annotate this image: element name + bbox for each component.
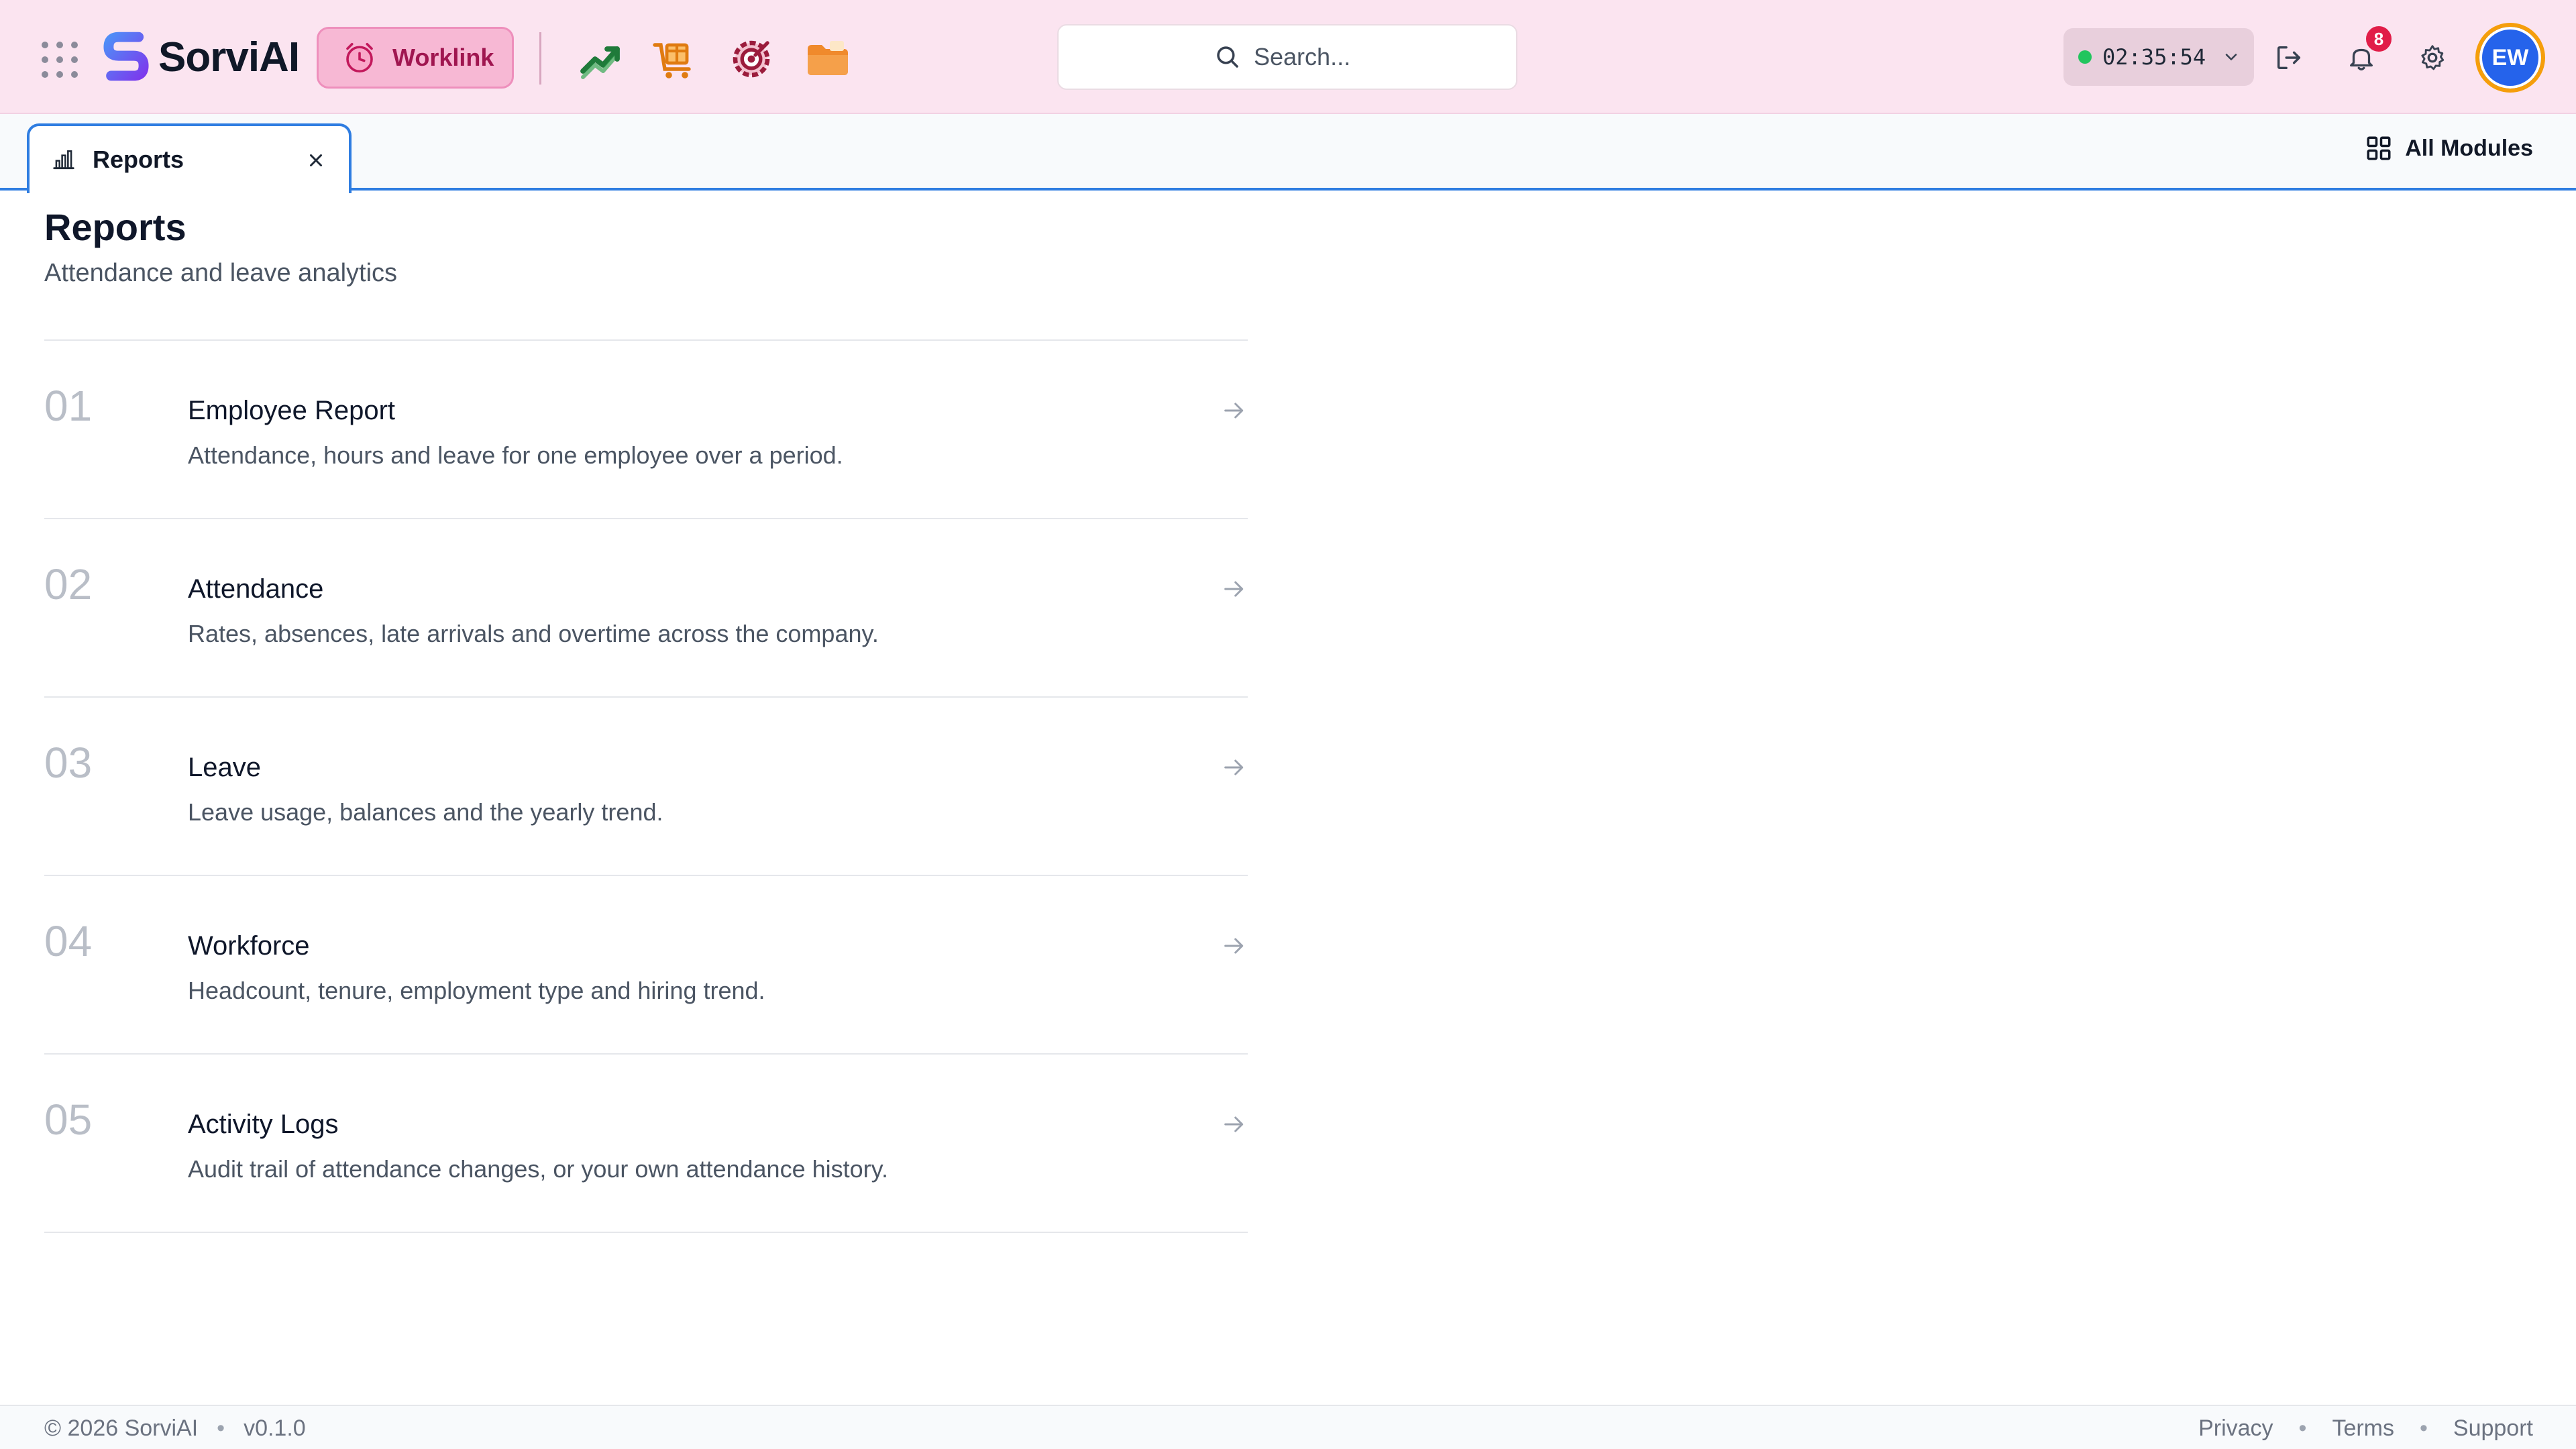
report-description: Leave usage, balances and the yearly tre… <box>188 798 663 826</box>
report-title: Leave <box>188 753 261 782</box>
report-number: 01 <box>44 382 93 430</box>
version-text: v0.1.0 <box>244 1415 306 1441</box>
search-icon <box>1217 46 1238 68</box>
footer-separator: • <box>217 1415 225 1441</box>
report-list: 01 Employee Report Attendance, hours and… <box>44 339 1248 1233</box>
arrow-right-icon <box>1221 1111 1248 1138</box>
sorviai-logo-icon <box>103 32 149 81</box>
settings-button[interactable] <box>2411 36 2454 79</box>
report-item-attendance[interactable]: 02 Attendance Rates, absences, late arri… <box>44 519 1248 698</box>
user-avatar[interactable]: EW <box>2475 23 2545 93</box>
tab-reports[interactable]: Reports <box>27 123 352 193</box>
report-title: Attendance <box>188 574 324 604</box>
arrow-right-icon <box>1221 754 1248 781</box>
close-icon <box>310 154 322 166</box>
tab-label: Reports <box>93 146 184 173</box>
header-divider <box>539 32 541 85</box>
report-title: Employee Report <box>188 396 396 425</box>
report-description: Headcount, tenure, employment type and h… <box>188 977 765 1004</box>
close-tab-button[interactable] <box>306 150 326 170</box>
report-description: Attendance, hours and leave for one empl… <box>188 441 843 469</box>
report-item-workforce[interactable]: 04 Workforce Headcount, tenure, employme… <box>44 876 1248 1055</box>
timer-value: 02:35:54 <box>2102 44 2206 70</box>
tab-bar: Reports All Modules <box>0 114 2576 193</box>
arrow-right-icon <box>1221 397 1248 424</box>
brand-name: SorviAI <box>158 34 300 80</box>
all-modules-button[interactable]: All Modules <box>2365 134 2533 162</box>
report-number: 04 <box>44 917 93 965</box>
report-item-leave[interactable]: 03 Leave Leave usage, balances and the y… <box>44 698 1248 876</box>
top-bar: SorviAI Worklink Search... 02:35:54 8 EW <box>0 0 2576 114</box>
report-number: 02 <box>44 560 93 608</box>
brand-logo[interactable]: SorviAI <box>101 30 300 85</box>
logout-button[interactable] <box>2267 36 2310 79</box>
support-link[interactable]: Support <box>2453 1415 2533 1442</box>
all-modules-label: All Modules <box>2405 135 2533 161</box>
report-item-employee-report[interactable]: 01 Employee Report Attendance, hours and… <box>44 341 1248 519</box>
report-number: 03 <box>44 739 93 787</box>
worklink-alarm-icon <box>346 42 373 73</box>
time-tracker-dropdown[interactable]: 02:35:54 <box>2063 28 2254 86</box>
terms-link[interactable]: Terms <box>2332 1415 2394 1442</box>
report-title: Activity Logs <box>188 1110 339 1139</box>
gear-icon <box>2421 45 2445 70</box>
chevron-down-icon <box>2225 54 2237 60</box>
footer-left: © 2026 SorviAI • v0.1.0 <box>44 1415 306 1442</box>
search-box[interactable] <box>1057 24 1517 90</box>
report-item-activity-logs[interactable]: 05 Activity Logs Audit trail of attendan… <box>44 1055 1248 1233</box>
arrow-right-icon <box>1221 932 1248 959</box>
report-number: 05 <box>44 1095 93 1144</box>
gear-target-icon[interactable] <box>727 35 775 83</box>
bar-chart-icon <box>53 150 74 170</box>
trending-up-icon[interactable] <box>577 35 625 83</box>
footer-links: Privacy • Terms • Support <box>2198 1415 2533 1442</box>
report-title: Workforce <box>188 931 310 961</box>
apps-grid-icon[interactable] <box>42 42 79 78</box>
folder-icon[interactable] <box>804 35 852 83</box>
grid-icon <box>2367 136 2391 160</box>
notifications-badge: 8 <box>2364 24 2394 54</box>
report-description: Audit trail of attendance changes, or yo… <box>188 1155 888 1183</box>
report-description: Rates, absences, late arrivals and overt… <box>188 620 879 647</box>
page-title: Reports <box>44 206 186 248</box>
timer-status-dot <box>2078 50 2092 64</box>
search-input[interactable] <box>1254 43 1361 71</box>
arrow-right-icon <box>1221 576 1248 602</box>
footer-separator: • <box>2298 1415 2307 1441</box>
copyright-text: © 2026 SorviAI <box>44 1415 199 1441</box>
active-module-button[interactable]: Worklink <box>317 27 514 89</box>
active-module-label: Worklink <box>392 44 494 71</box>
footer: © 2026 SorviAI • v0.1.0 Privacy • Terms … <box>0 1405 2576 1449</box>
page-subtitle: Attendance and leave analytics <box>44 259 398 287</box>
package-cart-icon[interactable] <box>651 35 699 83</box>
logout-icon <box>2277 46 2301 70</box>
footer-separator: • <box>2420 1415 2428 1441</box>
privacy-link[interactable]: Privacy <box>2198 1415 2273 1442</box>
